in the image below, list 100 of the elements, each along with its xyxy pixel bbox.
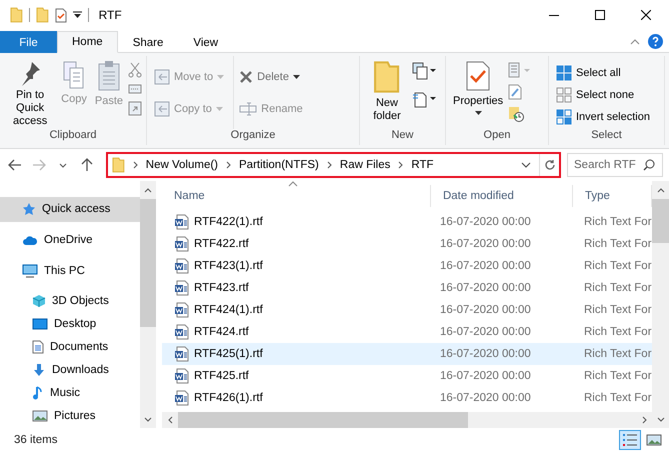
file-row[interactable]: RTF424.rtf 16-07-2020 00:00 Rich Text For (162, 321, 652, 343)
file-name: RTF423(1).rtf (194, 260, 264, 272)
type-cell: Rich Text For (584, 238, 652, 250)
date-cell-text: 16-07-2020 00:00 (439, 348, 532, 360)
column-header[interactable]: Name (162, 185, 431, 207)
dropdown-chevron-icon[interactable] (521, 162, 531, 168)
breadcrumb[interactable]: Partition(NTFS) (239, 159, 319, 171)
move-icon (154, 69, 170, 85)
scissors-icon (128, 62, 142, 78)
properties-button[interactable]: Properties (450, 56, 506, 129)
date-cell-text: 16-07-2020 00:00 (439, 216, 532, 228)
breadcrumb[interactable]: RTF (411, 159, 434, 171)
scroll-left-icon (168, 416, 172, 424)
breadcrumb[interactable]: Raw Files (340, 159, 390, 171)
nav-item[interactable]: Quick access (0, 197, 140, 222)
nav-item[interactable]: Documents (0, 336, 140, 359)
file-row[interactable]: RTF422(1).rtf 16-07-2020 00:00 Rich Text For (162, 211, 652, 233)
nav-item[interactable]: This PC (0, 258, 140, 284)
clipboard-icon (96, 60, 121, 92)
word-document-icon (174, 258, 190, 274)
ribbon-tab[interactable]: File (0, 31, 57, 53)
scroll-up-icon (656, 188, 664, 192)
nav-item[interactable]: OneDrive (0, 228, 140, 253)
rename-icon (239, 102, 258, 116)
new-folder-button[interactable]: New folder (364, 56, 410, 129)
minimize-icon (549, 14, 559, 16)
nav-scrollbar[interactable] (140, 181, 156, 428)
easy-access-icon (412, 90, 436, 108)
nav-item[interactable]: Desktop (0, 312, 140, 336)
word-document-icon (174, 324, 190, 340)
ribbon-button[interactable]: Select none (553, 84, 653, 106)
breadcrumb[interactable]: New Volume() (146, 159, 218, 171)
file-name: RTF424(1).rtf (194, 304, 264, 316)
desktop-icon (32, 318, 48, 330)
ribbon-button[interactable]: Invert selection (553, 106, 653, 128)
chevron-right-icon (132, 161, 138, 169)
file-name: RTF422.rtf (194, 238, 250, 250)
properties-check-icon (465, 60, 492, 92)
folder-icon (112, 157, 125, 173)
copy-path-icon (128, 84, 142, 94)
collapse-chevron-icon[interactable] (630, 38, 640, 44)
search-field[interactable]: Search RTF (567, 153, 663, 177)
ribbon-tab[interactable]: View (178, 31, 234, 53)
download-arrow-icon (32, 363, 46, 378)
date-cell-text: 16-07-2020 00:00 (439, 326, 532, 338)
caret-icon (292, 75, 300, 79)
nav-item[interactable]: Music (0, 382, 140, 405)
date-cell-text: 16-07-2020 00:00 (439, 370, 532, 382)
group-label: Clipboard (48, 129, 98, 143)
paste-shortcut-icon (128, 100, 142, 116)
scroll-right-icon (642, 416, 646, 424)
landscape-picture-icon (646, 434, 662, 446)
list-scrollbar[interactable] (652, 181, 669, 428)
file-row[interactable]: RTF423(1).rtf 16-07-2020 00:00 Rich Text For (162, 255, 652, 277)
file-row[interactable]: RTF425(1).rtf 16-07-2020 00:00 Rich Text For (162, 343, 652, 365)
type-cell: Rich Text For (584, 304, 652, 316)
word-document-icon (174, 280, 190, 296)
scroll-down-icon (656, 416, 664, 422)
window-title: RTF (98, 8, 122, 22)
caret-icon (217, 75, 224, 79)
word-document-icon (174, 346, 190, 362)
type-cell: Rich Text For (584, 348, 652, 360)
file-row[interactable]: RTF423.rtf 16-07-2020 00:00 Rich Text For (162, 277, 652, 299)
file-row[interactable]: RTF422.rtf 16-07-2020 00:00 Rich Text For (162, 233, 652, 255)
file-row[interactable]: RTF425.rtf 16-07-2020 00:00 Rich Text For (162, 365, 652, 387)
file-row[interactable]: RTF424(1).rtf 16-07-2020 00:00 Rich Text For (162, 299, 652, 321)
address-bar[interactable]: New Volume() Partition(NTFS) Raw Files RTF (106, 152, 561, 178)
nav-item[interactable]: Pictures (0, 404, 140, 428)
file-row[interactable]: RTF426(1).rtf 16-07-2020 00:00 Rich Text For (162, 387, 652, 409)
chevron-right-icon (398, 161, 404, 169)
file-name: RTF425.rtf (194, 370, 250, 382)
nav-item[interactable]: Downloads (0, 358, 140, 382)
ribbon-button[interactable]: Pin to Quick access (4, 56, 56, 129)
group-label: New (390, 129, 414, 143)
star-icon (22, 202, 36, 216)
nav-item[interactable]: 3D Objects (0, 290, 140, 313)
chevron-right-icon (326, 161, 332, 169)
scroll-thumb[interactable] (178, 412, 468, 428)
invert-selection-icon (556, 109, 572, 125)
column-header[interactable]: Date modified (430, 185, 573, 207)
folder-icon (373, 60, 401, 94)
help-icon[interactable] (648, 34, 663, 49)
horizontal-scrollbar[interactable] (162, 412, 652, 428)
copy-icon (154, 101, 170, 117)
word-document-icon (174, 368, 190, 384)
scroll-thumb[interactable] (652, 199, 669, 243)
ribbon-tab[interactable]: Home (57, 31, 118, 53)
file-name: RTF424.rtf (194, 326, 250, 338)
date-cell-text: 16-07-2020 00:00 (439, 238, 532, 250)
type-cell: Rich Text For (584, 282, 652, 294)
scroll-thumb[interactable] (140, 199, 156, 327)
ribbon-tab[interactable]: Share (118, 31, 178, 53)
history-icon (508, 106, 524, 122)
file-name: RTF426(1).rtf (194, 392, 264, 404)
details-view-button[interactable] (619, 430, 641, 450)
item-count: 36 items (14, 434, 58, 446)
date-cell-text: 16-07-2020 00:00 (439, 282, 532, 294)
word-document-icon (174, 236, 190, 252)
scroll-up-icon (144, 188, 152, 192)
ribbon-button[interactable]: Select all (553, 62, 653, 84)
